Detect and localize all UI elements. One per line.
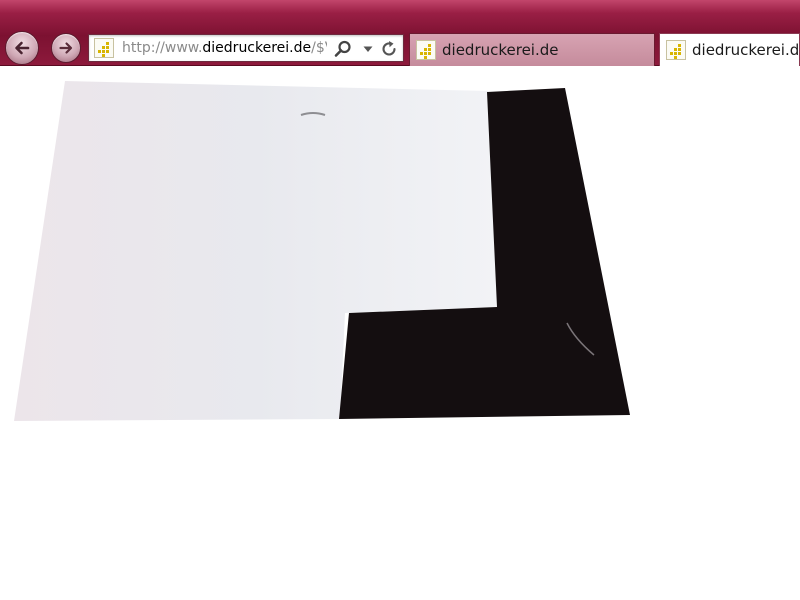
tab-label: diedruckerei.de <box>692 41 800 59</box>
browser-toolbar: http://www.diedruckerei.de/$V <box>0 0 800 66</box>
folder-photo <box>14 81 630 421</box>
refresh-icon[interactable] <box>380 40 398 58</box>
address-bar[interactable]: http://www.diedruckerei.de/$V <box>88 34 404 62</box>
site-favicon-icon <box>666 40 686 60</box>
site-favicon-icon <box>416 40 436 60</box>
site-favicon-icon <box>94 38 114 58</box>
tab-diedruckerei-1[interactable]: diedruckerei.de <box>409 33 655 66</box>
back-button[interactable] <box>5 31 39 65</box>
tab-diedruckerei-2[interactable]: diedruckerei.de <box>659 33 800 66</box>
forward-button[interactable] <box>51 33 81 63</box>
page-content <box>0 67 800 600</box>
url-suffix: /$V <box>311 40 327 56</box>
address-url[interactable]: http://www.diedruckerei.de/$V <box>122 40 327 57</box>
url-domain: diedruckerei.de <box>202 40 312 56</box>
back-arrow-icon <box>15 41 30 55</box>
forward-arrow-icon <box>59 42 73 54</box>
browser-window: http://www.diedruckerei.de/$V <box>0 0 800 600</box>
tab-label: diedruckerei.de <box>442 41 559 59</box>
chevron-down-icon[interactable] <box>363 46 373 53</box>
url-prefix: http://www. <box>122 40 203 56</box>
search-icon[interactable] <box>333 40 353 58</box>
